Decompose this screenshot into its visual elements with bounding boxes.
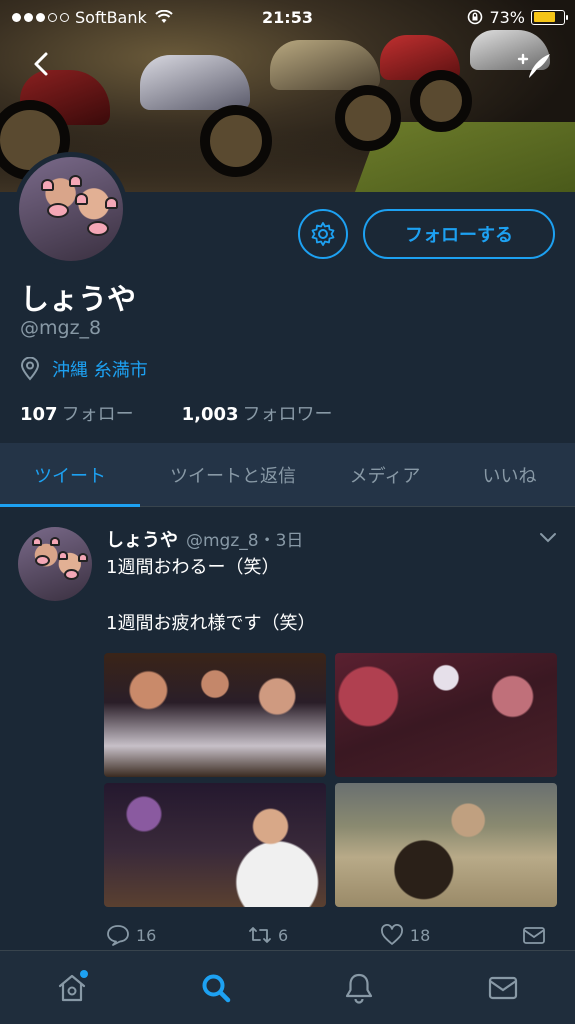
nav-notifications[interactable] <box>339 968 379 1008</box>
settings-gear-button[interactable] <box>298 209 348 259</box>
status-bar: SoftBank 21:53 73% <box>0 0 575 34</box>
reply-icon <box>107 925 129 946</box>
heart-icon <box>380 924 403 945</box>
messages-envelope-icon <box>489 976 518 999</box>
location-pin-icon <box>20 357 40 381</box>
profile-handle: @mgz_8 <box>20 317 102 339</box>
follow-button[interactable]: フォローする <box>363 209 555 259</box>
retweet-button[interactable]: 6 <box>248 924 288 946</box>
compose-tweet-icon[interactable] <box>517 50 553 82</box>
like-button[interactable]: 18 <box>380 924 430 946</box>
gear-icon <box>311 222 335 246</box>
following-count[interactable]: 107 フォロー <box>20 400 134 426</box>
tab-likes[interactable]: いいね <box>444 443 575 506</box>
location-text[interactable]: 沖縄 糸満市 <box>52 356 148 382</box>
tab-tweets[interactable]: ツイート <box>0 443 140 507</box>
bottom-tab-bar <box>0 950 575 1024</box>
profile-avatar[interactable] <box>14 152 128 266</box>
wifi-icon <box>155 10 173 23</box>
battery-level-fill <box>533 12 555 22</box>
notifications-bell-icon <box>346 973 373 1004</box>
tweet-photo-3[interactable] <box>104 783 326 907</box>
tweet-photo-1[interactable] <box>104 653 326 777</box>
followers-count[interactable]: 1,003 フォロワー <box>182 400 333 426</box>
tweet-media-grid <box>104 653 557 907</box>
reply-count: 16 <box>136 925 157 945</box>
back-chevron-icon[interactable] <box>28 50 56 78</box>
tab-media[interactable]: メディア <box>326 443 444 506</box>
nav-search[interactable] <box>196 968 236 1008</box>
envelope-icon <box>523 927 545 944</box>
carrier-name: SoftBank <box>75 7 147 27</box>
retweet-icon <box>249 927 271 943</box>
tweet-actions: 16 6 18 <box>106 924 546 946</box>
profile-tabs: ツイート ツイートと返信 メディア いいね <box>0 443 575 507</box>
tweet-meta: @mgz_8・3日 <box>186 531 304 551</box>
nav-home[interactable] <box>52 968 92 1008</box>
chevron-down-icon[interactable] <box>539 530 557 544</box>
tweet-avatar[interactable] <box>18 527 92 601</box>
tab-tweets-and-replies[interactable]: ツイートと返信 <box>140 443 326 506</box>
tweet-card[interactable]: しょうや @mgz_8・3日 1週間おわるー（笑） 1週間お疲れ様です（笑） 1… <box>0 508 575 950</box>
profile-stats: 107 フォロー 1,003 フォロワー <box>20 400 333 426</box>
tweet-photo-2[interactable] <box>335 653 557 777</box>
reply-button[interactable]: 16 <box>106 924 156 946</box>
like-count: 18 <box>409 925 431 945</box>
signal-dots-icon <box>12 12 69 22</box>
rotation-lock-icon <box>468 9 483 25</box>
direct-message-button[interactable] <box>522 924 546 946</box>
tweet-text: 1週間おわるー（笑） 1週間お疲れ様です（笑） <box>106 557 316 634</box>
tweet-header: しょうや @mgz_8・3日 <box>106 526 303 552</box>
unread-dot-indicator <box>79 969 88 978</box>
tweet-photo-4[interactable] <box>335 783 557 907</box>
status-clock: 21:53 <box>262 7 313 27</box>
search-icon <box>202 974 230 1002</box>
profile-display-name: しょうや <box>20 282 137 316</box>
battery-icon <box>531 9 568 25</box>
tweet-author-name[interactable]: しょうや <box>106 526 178 552</box>
retweet-count: 6 <box>278 925 289 945</box>
battery-percent: 73% <box>489 7 525 27</box>
profile-location[interactable]: 沖縄 糸満市 <box>20 356 148 382</box>
nav-messages[interactable] <box>483 968 523 1008</box>
